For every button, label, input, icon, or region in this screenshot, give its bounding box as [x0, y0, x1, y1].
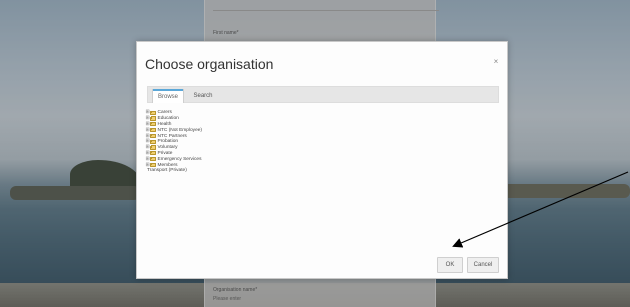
arrow-line [452, 171, 629, 248]
annotation-arrow [452, 171, 629, 248]
